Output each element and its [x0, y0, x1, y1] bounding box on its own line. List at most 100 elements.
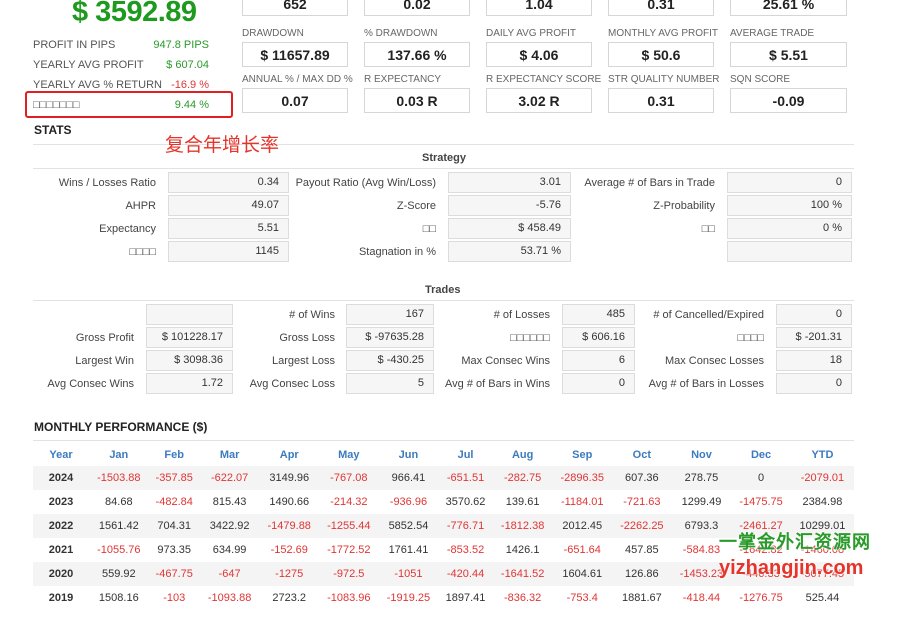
- metric-value: 0.03 R: [364, 88, 470, 113]
- stat-value: -16.9 %: [171, 79, 209, 91]
- trades-value: $ 3098.36: [146, 350, 233, 371]
- table-cell: 2723.2: [272, 592, 307, 604]
- col-header-feb: Feb: [164, 449, 184, 461]
- table-cell: 1299.49: [681, 496, 722, 508]
- yearly-avg-return-row: YEARLY AVG % RETURN -16.9 %: [33, 79, 209, 91]
- col-header-jul: Jul: [457, 449, 474, 461]
- col-header-apr: Apr: [279, 449, 299, 461]
- table-cell: -651.51: [438, 466, 493, 490]
- metric-drawdown: DRAWDOWN $ 11657.89: [242, 28, 348, 67]
- table-header-row: Year Jan Feb Mar Apr May Jun Jul Aug Sep…: [33, 444, 854, 466]
- table-cell: -721.63: [623, 496, 661, 508]
- table-cell: 559.92: [89, 562, 149, 586]
- metric-pct-drawdown: % DRAWDOWN 137.66 %: [364, 28, 470, 67]
- trades-value: $ 606.16: [562, 327, 635, 348]
- row-year-cell: 2022: [33, 514, 89, 538]
- metric-label: DRAWDOWN: [242, 28, 304, 39]
- stat-label: YEARLY AVG % RETURN: [33, 79, 162, 91]
- table-row: 2023 84.68 -482.84 815.43 1490.66 -214.32 -936…: [33, 490, 854, 514]
- row-year-cell: 2023: [48, 496, 74, 508]
- trades-value: 167: [346, 304, 434, 325]
- table-cell: -152.69: [270, 544, 308, 556]
- divider: [33, 440, 854, 441]
- metric-value: 25.61 %: [730, 0, 847, 16]
- trades-label: Gross Loss: [279, 332, 335, 344]
- table-cell: 278.75: [671, 466, 732, 490]
- col-header-aug: Aug: [511, 449, 534, 461]
- strategy-label: AHPR: [125, 200, 156, 212]
- metric-top-2: 0.02: [364, 0, 470, 16]
- metric-value: 137.66 %: [364, 42, 470, 67]
- table-cell: 704.31: [148, 514, 200, 538]
- trades-value: $ -97635.28: [346, 327, 434, 348]
- row-year-cell: 2020: [33, 562, 89, 586]
- metric-r-expectancy-score: R EXPECTANCY SCORE 3.02 R: [486, 74, 601, 113]
- trades-value: $ -430.25: [346, 350, 434, 371]
- monthly-performance-table: Year Jan Feb Mar Apr May Jun Jul Aug Sep…: [33, 444, 854, 610]
- table-cell: 2384.98: [802, 496, 843, 508]
- table-cell: -853.52: [446, 544, 485, 556]
- monthly-performance-heading: MONTHLY PERFORMANCE ($): [34, 420, 208, 434]
- col-header-jun: Jun: [398, 449, 419, 461]
- metric-top-4: 0.31: [608, 0, 714, 16]
- metric-average-trade: AVERAGE TRADE $ 5.51: [730, 28, 847, 67]
- table-cell: -936.96: [389, 496, 428, 508]
- table-cell: -2079.01: [790, 466, 854, 490]
- stat-label: PROFIT IN PIPS: [33, 39, 116, 51]
- strategy-title: Strategy: [422, 152, 467, 164]
- table-cell: 1881.67: [621, 592, 662, 604]
- account-balance: $ 3592.89: [72, 0, 197, 28]
- row-year-cell: 2024: [33, 466, 89, 490]
- col-header-ytd: YTD: [811, 449, 834, 461]
- strategy-value: 53.71 %: [448, 241, 571, 262]
- profit-in-pips-row: PROFIT IN PIPS 947.8 PIPS: [33, 39, 209, 51]
- metric-value: $ 11657.89: [242, 42, 348, 67]
- strategy-label: Wins / Losses Ratio: [58, 177, 156, 189]
- table-cell: 3149.96: [259, 466, 320, 490]
- col-header-year: Year: [49, 449, 73, 461]
- table-cell: -103: [163, 592, 186, 604]
- metric-annual-maxdd: ANNUAL % / MAX DD % 0.07: [242, 74, 353, 113]
- table-cell: -1093.88: [207, 592, 252, 604]
- table-cell: -776.71: [438, 514, 493, 538]
- metric-daily-avg-profit: DAILY AVG PROFIT $ 4.06: [486, 28, 592, 67]
- metric-value: $ 50.6: [608, 42, 714, 67]
- table-cell: 815.43: [212, 496, 247, 508]
- trades-label: Avg Consec Loss: [249, 378, 335, 390]
- metric-value: $ 4.06: [486, 42, 592, 67]
- table-cell: -1641.52: [492, 562, 553, 586]
- table-row: 2019 1508.16 -103 -1093.88 2723.2 -1083.96 -19…: [33, 586, 854, 610]
- table-cell: -1919.25: [386, 592, 431, 604]
- metric-top-5: 25.61 %: [730, 0, 847, 16]
- trades-label: □□□□□□: [510, 332, 550, 344]
- divider: [33, 144, 854, 145]
- table-cell: 3422.92: [199, 514, 260, 538]
- table-cell: 1897.41: [445, 592, 486, 604]
- strategy-value: 0: [727, 172, 852, 193]
- table-cell: -1055.76: [97, 544, 141, 556]
- strategy-value: 0.34: [168, 172, 289, 193]
- trades-value: $ -201.31: [776, 327, 852, 348]
- metric-monthly-avg-profit: MONTHLY AVG PROFIT $ 50.6: [608, 28, 718, 67]
- trades-value: 18: [776, 350, 852, 371]
- trades-label: □□□□: [737, 332, 764, 344]
- table-cell: 607.36: [612, 466, 672, 490]
- col-header-sep: Sep: [572, 449, 593, 461]
- trades-title: Trades: [425, 284, 461, 296]
- table-cell: -2262.25: [612, 514, 672, 538]
- metric-value: 0.02: [364, 0, 470, 16]
- trades-value: 6: [562, 350, 635, 371]
- table-cell: 634.99: [212, 544, 247, 556]
- metric-label: ANNUAL % / MAX DD %: [242, 74, 353, 85]
- trades-value: 0: [776, 373, 852, 394]
- metric-value: 0.31: [608, 0, 714, 16]
- col-header-mar: Mar: [219, 449, 240, 461]
- strategy-value: 1145: [168, 241, 289, 262]
- table-cell: -467.75: [148, 562, 200, 586]
- metric-value: -0.09: [730, 88, 847, 113]
- metric-value: 0.07: [242, 88, 348, 113]
- table-cell: -1051: [378, 562, 439, 586]
- strategy-label: Expectancy: [99, 223, 156, 235]
- table-cell: -836.32: [503, 592, 542, 604]
- table-cell: -357.85: [148, 466, 200, 490]
